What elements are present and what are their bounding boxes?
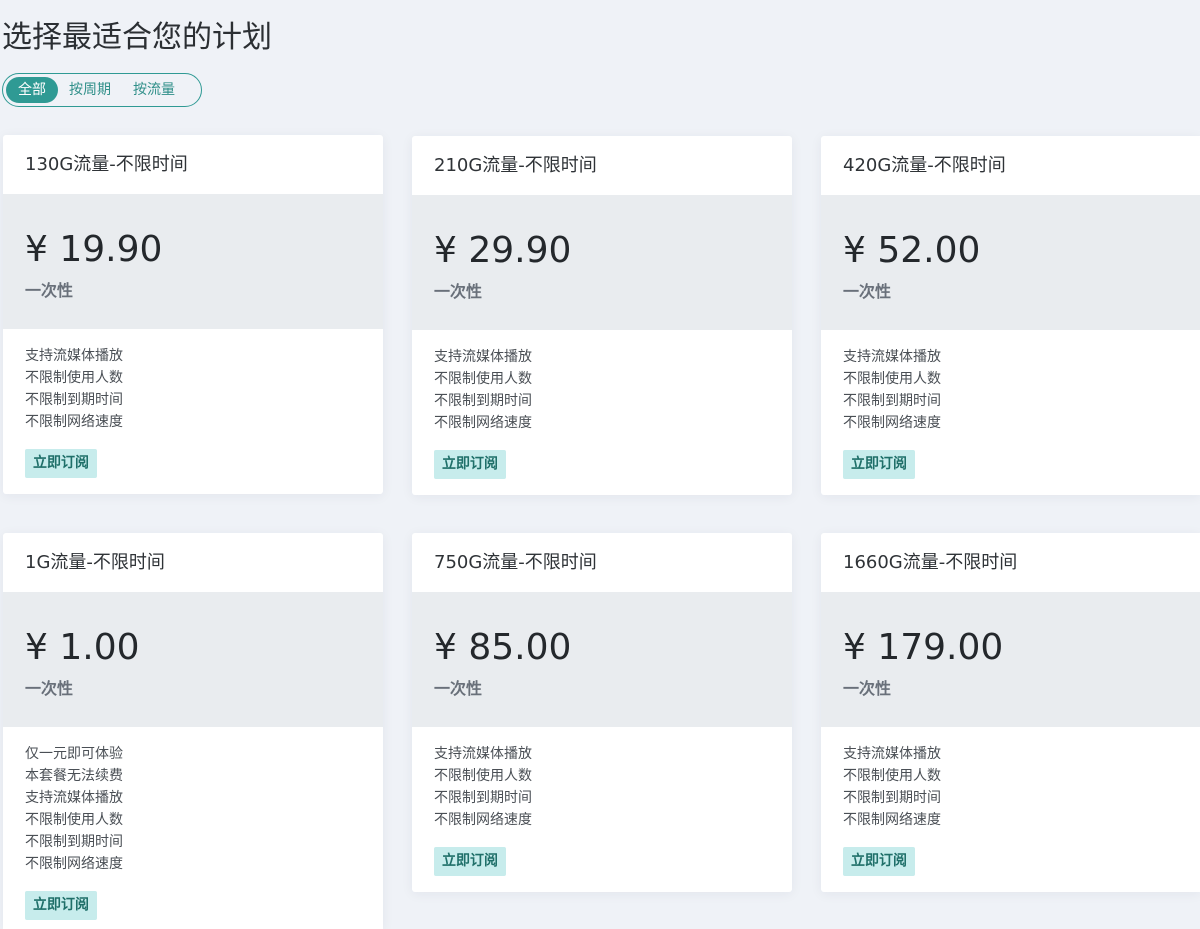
plan-period: 一次性 (25, 281, 74, 300)
price-section: ¥ 19.90 一次性 (3, 194, 383, 329)
feature-item: 不限制到期时间 (434, 790, 532, 806)
feature-list: 支持流媒体播放 不限制使用人数 不限制到期时间 不限制网络速度 立即订阅 (821, 330, 1200, 495)
plan-card-130g: 130G流量-不限时间 ¥ 19.90 一次性 支持流媒体播放 不限制使用人数 … (3, 135, 383, 494)
subscribe-button[interactable]: 立即订阅 (25, 449, 97, 478)
plan-period: 一次性 (843, 282, 892, 301)
filter-by-traffic-tab[interactable]: 按流量 (122, 77, 186, 103)
price-section: ¥ 1.00 一次性 (3, 592, 383, 727)
feature-item: 不限制到期时间 (843, 790, 941, 806)
filter-by-period-tab[interactable]: 按周期 (58, 77, 122, 103)
plan-name: 420G流量-不限时间 (843, 155, 1006, 176)
feature-item: 不限制使用人数 (434, 768, 532, 784)
feature-list: 支持流媒体播放 不限制使用人数 不限制到期时间 不限制网络速度 立即订阅 (412, 330, 792, 495)
plan-card-420g: 420G流量-不限时间 ¥ 52.00 一次性 支持流媒体播放 不限制使用人数 … (821, 136, 1200, 495)
plan-name: 1G流量-不限时间 (25, 552, 165, 573)
feature-item: 不限制使用人数 (434, 371, 532, 387)
subscribe-button[interactable]: 立即订阅 (434, 847, 506, 876)
feature-item: 不限制使用人数 (25, 812, 123, 828)
feature-item: 不限制网络速度 (843, 415, 941, 431)
feature-item: 支持流媒体播放 (434, 746, 532, 762)
subscribe-button[interactable]: 立即订阅 (843, 450, 915, 479)
subscribe-button[interactable]: 立即订阅 (25, 891, 97, 920)
feature-list: 仅一元即可体验 本套餐无法续费 支持流媒体播放 不限制使用人数 不限制到期时间 … (3, 727, 383, 929)
plan-price: ¥ 19.90 (25, 229, 163, 270)
filter-all-tab[interactable]: 全部 (6, 77, 58, 103)
feature-item: 支持流媒体播放 (25, 348, 123, 364)
feature-item: 支持流媒体播放 (843, 746, 941, 762)
price-section: ¥ 179.00 一次性 (821, 592, 1200, 727)
page-title: 选择最适合您的计划 (2, 20, 272, 55)
feature-item: 不限制使用人数 (843, 768, 941, 784)
feature-item: 不限制到期时间 (843, 393, 941, 409)
feature-item: 不限制网络速度 (843, 812, 941, 828)
feature-item: 不限制到期时间 (434, 393, 532, 409)
feature-item: 支持流媒体播放 (843, 349, 941, 365)
plan-price: ¥ 85.00 (434, 627, 572, 668)
feature-item: 不限制网络速度 (25, 856, 123, 872)
plan-period: 一次性 (843, 679, 892, 698)
feature-item: 不限制到期时间 (25, 392, 123, 408)
feature-item: 不限制使用人数 (843, 371, 941, 387)
plan-price: ¥ 52.00 (843, 230, 981, 271)
plan-card-1660g: 1660G流量-不限时间 ¥ 179.00 一次性 支持流媒体播放 不限制使用人… (821, 533, 1200, 892)
subscribe-button[interactable]: 立即订阅 (434, 450, 506, 479)
plan-period: 一次性 (25, 679, 74, 698)
plan-price: ¥ 179.00 (843, 627, 1004, 668)
feature-item: 不限制使用人数 (25, 370, 123, 386)
plan-card-1g: 1G流量-不限时间 ¥ 1.00 一次性 仅一元即可体验 本套餐无法续费 支持流… (3, 533, 383, 929)
price-section: ¥ 29.90 一次性 (412, 195, 792, 330)
price-section: ¥ 52.00 一次性 (821, 195, 1200, 330)
feature-item: 支持流媒体播放 (25, 790, 123, 806)
plan-period: 一次性 (434, 282, 483, 301)
plan-name: 130G流量-不限时间 (25, 154, 188, 175)
feature-item: 不限制网络速度 (25, 414, 123, 430)
plan-card-750g: 750G流量-不限时间 ¥ 85.00 一次性 支持流媒体播放 不限制使用人数 … (412, 533, 792, 892)
feature-list: 支持流媒体播放 不限制使用人数 不限制到期时间 不限制网络速度 立即订阅 (412, 727, 792, 892)
feature-list: 支持流媒体播放 不限制使用人数 不限制到期时间 不限制网络速度 立即订阅 (821, 727, 1200, 892)
plan-name: 210G流量-不限时间 (434, 155, 597, 176)
feature-item: 不限制网络速度 (434, 812, 532, 828)
feature-item: 支持流媒体播放 (434, 349, 532, 365)
feature-list: 支持流媒体播放 不限制使用人数 不限制到期时间 不限制网络速度 立即订阅 (3, 329, 383, 494)
plan-period: 一次性 (434, 679, 483, 698)
plan-price: ¥ 29.90 (434, 230, 572, 271)
feature-item: 不限制网络速度 (434, 415, 532, 431)
price-section: ¥ 85.00 一次性 (412, 592, 792, 727)
feature-item: 仅一元即可体验 (25, 746, 123, 762)
plan-name: 750G流量-不限时间 (434, 552, 597, 573)
feature-item: 不限制到期时间 (25, 834, 123, 850)
plan-card-210g: 210G流量-不限时间 ¥ 29.90 一次性 支持流媒体播放 不限制使用人数 … (412, 136, 792, 495)
plan-price: ¥ 1.00 (25, 627, 140, 668)
feature-item: 本套餐无法续费 (25, 768, 123, 784)
subscribe-button[interactable]: 立即订阅 (843, 847, 915, 876)
plan-name: 1660G流量-不限时间 (843, 552, 1018, 573)
plan-filter-tabs: 全部 按周期 按流量 (2, 73, 202, 107)
